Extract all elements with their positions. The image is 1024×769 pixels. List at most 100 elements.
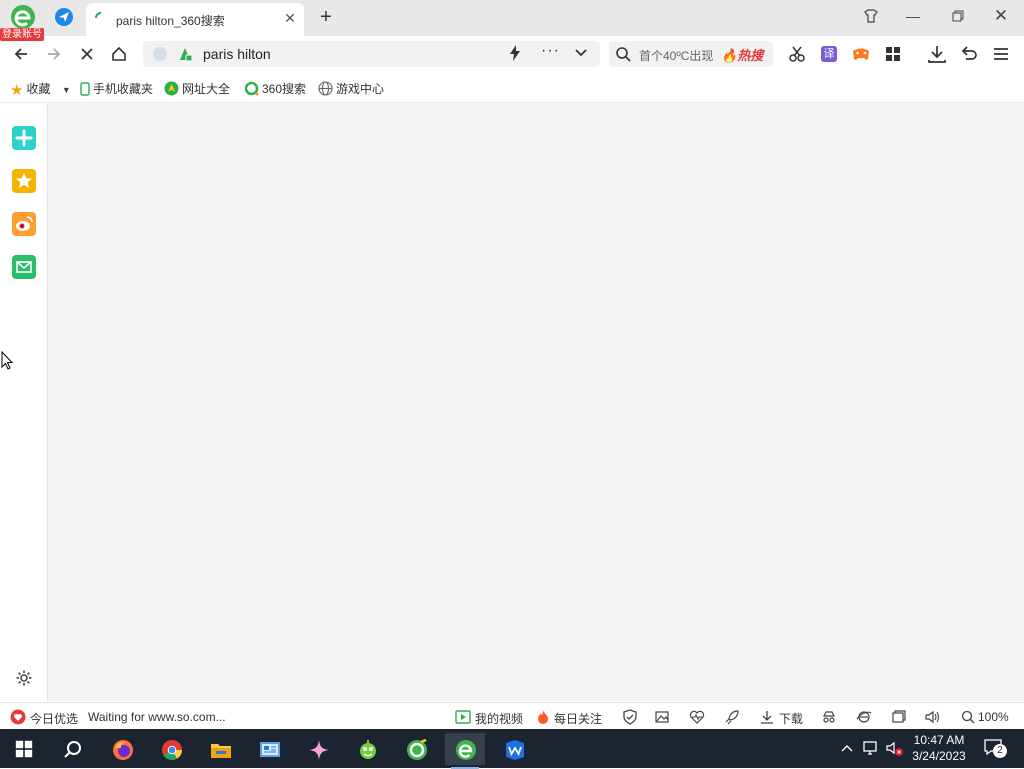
bookmark-360-search[interactable]: 360搜索 xyxy=(244,80,306,97)
360-safe-icon[interactable] xyxy=(396,733,436,765)
globe-icon xyxy=(318,81,333,96)
zoom-level[interactable]: 100% xyxy=(978,710,1009,724)
bookmark-label: 手机收藏夹 xyxy=(93,82,154,96)
health-icon[interactable] xyxy=(689,709,705,725)
green-app-icon[interactable] xyxy=(347,733,387,765)
minimize-button[interactable]: — xyxy=(898,4,928,28)
daily-pick-link[interactable]: 今日优选 xyxy=(30,710,78,727)
fire-icon[interactable] xyxy=(535,709,551,725)
search360-icon xyxy=(244,81,259,96)
pinned-tab-icon[interactable] xyxy=(54,7,74,27)
skin-icon[interactable] xyxy=(856,4,886,28)
restore-button[interactable] xyxy=(943,4,973,28)
address-bar[interactable]: paris hilton ··· xyxy=(143,41,600,67)
close-window-button[interactable]: ✕ xyxy=(986,4,1016,28)
sidebar xyxy=(0,103,48,701)
start-button[interactable] xyxy=(4,733,44,765)
mouse-cursor-icon xyxy=(1,351,14,370)
browser-logo-icon[interactable] xyxy=(10,4,36,30)
back-button[interactable] xyxy=(9,42,33,66)
incognito-icon[interactable] xyxy=(821,709,837,725)
stop-button[interactable] xyxy=(75,42,99,66)
favorites-menu[interactable]: ★ 收藏 ▼ xyxy=(10,80,71,99)
add-app-icon[interactable] xyxy=(12,126,36,150)
url-text[interactable]: paris hilton xyxy=(203,46,271,62)
bookmark-label: 游戏中心 xyxy=(336,82,385,96)
page-content-area[interactable] xyxy=(48,103,1024,701)
star-icon: ★ xyxy=(10,82,24,99)
translate-icon[interactable]: 译 xyxy=(818,43,840,65)
gear-icon[interactable] xyxy=(15,669,33,687)
nav-icon xyxy=(164,81,179,96)
sparkle-app-icon[interactable] xyxy=(298,733,338,765)
heart-icon[interactable] xyxy=(10,709,26,725)
translate-label: 译 xyxy=(821,46,837,62)
search-icon xyxy=(616,47,631,62)
site-icon xyxy=(153,47,167,61)
daily-follow-link[interactable]: 每日关注 xyxy=(554,710,602,727)
mail-icon[interactable] xyxy=(12,255,36,279)
firefox-icon[interactable] xyxy=(102,733,142,765)
search-placeholder[interactable]: 首个40ºC出现 xyxy=(639,47,713,64)
undo-close-tab-icon[interactable] xyxy=(958,43,980,65)
volume-icon[interactable] xyxy=(924,709,940,725)
lightning-icon[interactable] xyxy=(509,45,521,64)
chrome-icon[interactable] xyxy=(151,733,191,765)
bookmark-game-center[interactable]: 游戏中心 xyxy=(318,80,384,97)
weibo-icon[interactable] xyxy=(12,212,36,236)
my-video-link[interactable]: 我的视频 xyxy=(475,710,523,727)
network-icon[interactable] xyxy=(862,740,880,756)
shield-icon[interactable] xyxy=(622,709,638,725)
secure-lock-icon[interactable] xyxy=(177,46,193,62)
volume-muted-icon[interactable] xyxy=(885,740,905,758)
loading-spinner-icon xyxy=(95,12,102,19)
download-icon[interactable] xyxy=(926,43,948,65)
windows-taskbar: 10:47 AM 3/24/2023 2 xyxy=(0,729,1024,769)
chevron-down-icon[interactable] xyxy=(573,44,589,60)
forward-button[interactable] xyxy=(42,42,66,66)
status-text: Waiting for www.so.com... xyxy=(88,710,226,724)
favorites-label: 收藏 xyxy=(26,82,51,96)
zoom-icon[interactable] xyxy=(960,709,976,725)
search-box[interactable]: 首个40ºC出现 🔥热搜 xyxy=(609,41,773,67)
favorites-star-icon[interactable] xyxy=(12,169,36,193)
hot-search-label[interactable]: 🔥热搜 xyxy=(721,45,763,64)
image-icon[interactable] xyxy=(654,709,670,725)
ie-mode-icon[interactable] xyxy=(856,709,872,725)
wps-office-icon[interactable] xyxy=(494,733,534,765)
caret-down-icon[interactable]: ▼ xyxy=(62,85,71,95)
tab-strip: 登录账号 paris hilton_360搜索 ✕ + — ✕ xyxy=(0,0,1024,41)
game-controller-icon[interactable] xyxy=(850,43,872,65)
360-browser-icon[interactable] xyxy=(445,733,485,769)
download-label[interactable]: 下载 xyxy=(779,710,803,727)
bookmarks-bar: ★ 收藏 ▼ 手机收藏夹 网址大全 360搜索 游戏中心 xyxy=(0,72,1024,103)
new-tab-button[interactable]: + xyxy=(314,6,338,28)
notification-count-badge: 2 xyxy=(993,744,1007,758)
notification-center-button[interactable]: 2 xyxy=(983,738,1007,758)
tab-close-icon[interactable]: ✕ xyxy=(282,10,298,26)
download-icon[interactable] xyxy=(759,709,775,725)
tab-active[interactable]: paris hilton_360搜索 ✕ xyxy=(86,3,304,36)
bookmark-mobile-favorites[interactable]: 手机收藏夹 xyxy=(80,80,153,97)
search-button[interactable] xyxy=(52,733,92,765)
scissors-icon[interactable] xyxy=(786,43,808,65)
system-clock[interactable]: 10:47 AM 3/24/2023 xyxy=(906,732,972,764)
clock-date: 3/24/2023 xyxy=(912,749,966,763)
status-bar: 今日优选 Waiting for www.so.com... 我的视频 每日关注… xyxy=(0,702,1024,730)
navigation-bar: paris hilton ··· 首个40ºC出现 🔥热搜 译 xyxy=(0,36,1024,72)
apps-grid-icon[interactable] xyxy=(882,43,904,65)
file-explorer-icon[interactable] xyxy=(200,733,240,765)
rocket-icon[interactable] xyxy=(724,709,740,725)
bookmark-site-directory[interactable]: 网址大全 xyxy=(164,80,230,97)
tab-title: paris hilton_360搜索 xyxy=(116,14,225,28)
control-panel-icon[interactable] xyxy=(249,733,289,765)
chevron-up-icon[interactable] xyxy=(840,742,854,756)
login-account-badge[interactable]: 登录账号 xyxy=(0,28,44,41)
home-button[interactable] xyxy=(107,42,131,66)
window-icon[interactable] xyxy=(890,709,906,725)
video-icon[interactable] xyxy=(455,709,471,725)
bookmark-label: 网址大全 xyxy=(182,82,231,96)
hot-search-text: 热搜 xyxy=(737,48,764,63)
more-options-icon[interactable]: ··· xyxy=(541,42,560,60)
menu-icon[interactable] xyxy=(990,43,1012,65)
